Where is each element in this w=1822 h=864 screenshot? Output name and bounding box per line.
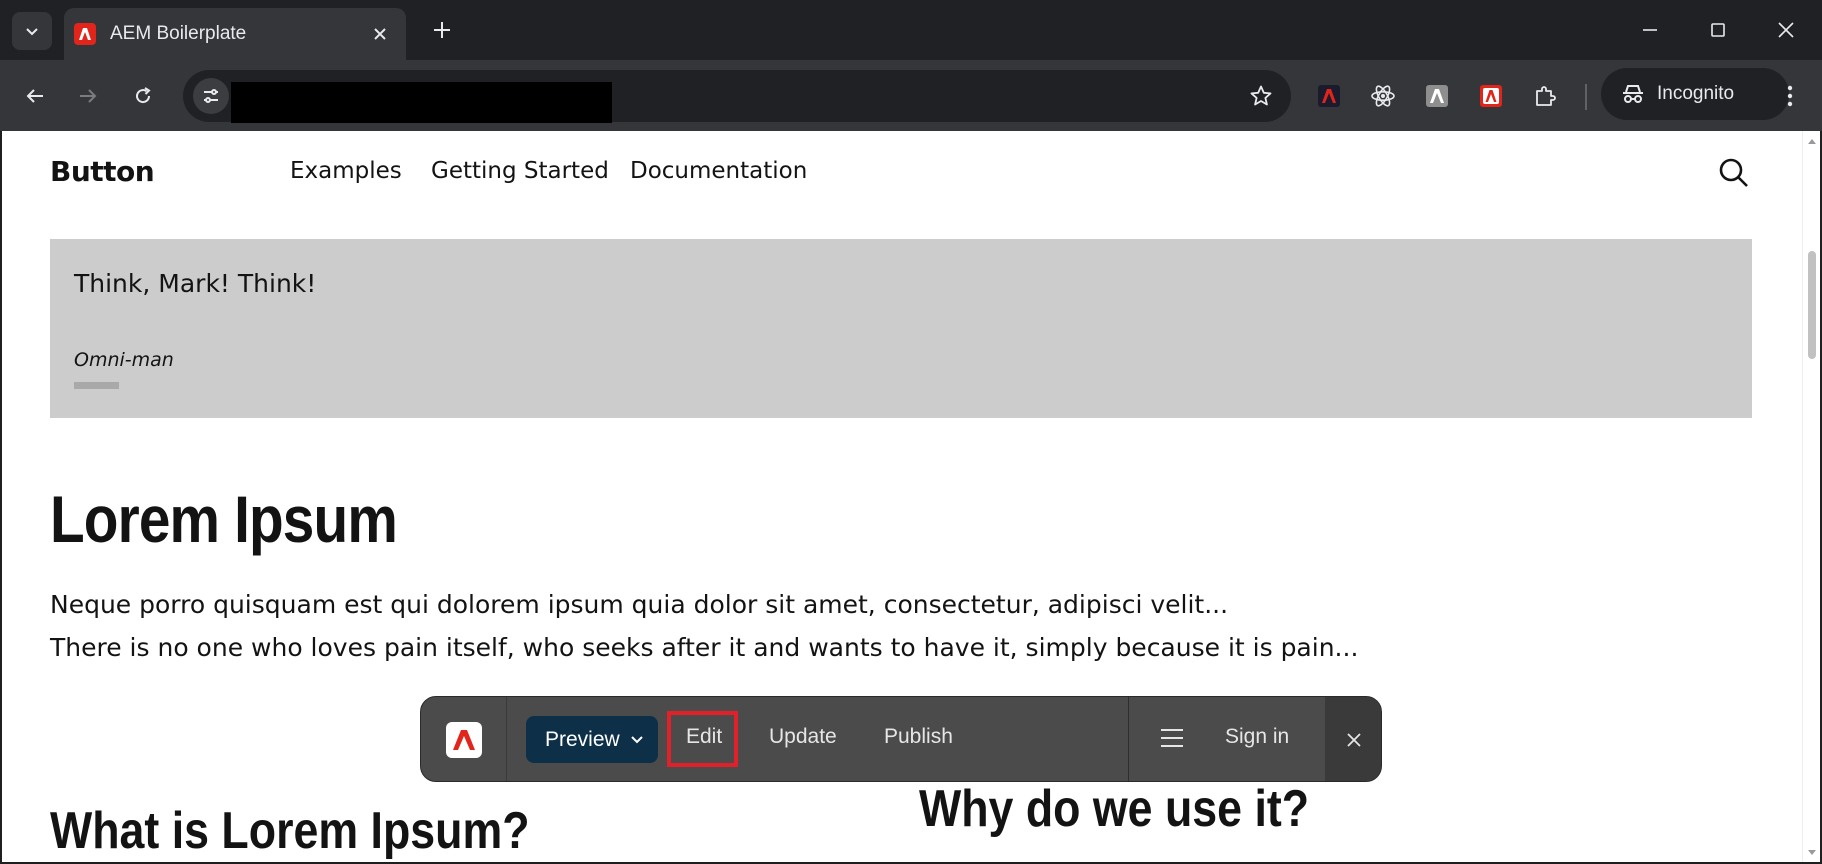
new-tab-button[interactable] (426, 14, 458, 46)
arrow-left-icon (26, 89, 43, 103)
tab-close-button[interactable] (368, 22, 392, 46)
quote-block: Think, Mark! Think! Omni-man (50, 239, 1752, 418)
reload-icon (136, 87, 151, 104)
sign-in-button[interactable]: Sign in (1225, 725, 1289, 749)
address-bar[interactable] (183, 70, 1291, 123)
scroll-down-arrow-icon[interactable] (1807, 847, 1817, 857)
sidekick-menu-button[interactable] (1159, 725, 1185, 751)
sidekick-logo-button[interactable] (421, 697, 507, 781)
chevron-down-icon (630, 735, 643, 743)
tab-search-dropdown-button[interactable] (12, 12, 52, 50)
chevron-down-icon (26, 28, 38, 36)
browser-tab-bar: AEM Boilerplate (0, 0, 1822, 60)
quote-author: Omni-man (74, 349, 174, 371)
browser-menu-button[interactable] (1777, 78, 1803, 114)
minimize-window-button[interactable] (1614, 0, 1686, 60)
extension-adobe-sidekick-icon[interactable] (1477, 82, 1505, 110)
maximize-icon (1711, 23, 1725, 37)
extension-react-icon[interactable] (1369, 82, 1397, 110)
edit-button-highlight (667, 711, 738, 767)
close-icon (374, 28, 386, 40)
site-brand-link[interactable]: Button (50, 155, 155, 188)
url-text-redacted (231, 82, 612, 123)
sidekick-divider (1128, 697, 1129, 781)
incognito-icon (1623, 85, 1643, 103)
intro-paragraph-1: Neque porro quisquam est qui dolorem ips… (50, 590, 1229, 619)
bookmark-star-button[interactable] (1249, 84, 1273, 113)
environment-preview-dropdown[interactable]: Preview (526, 716, 658, 763)
nav-link-examples[interactable]: Examples (290, 158, 402, 184)
star-icon (1250, 85, 1272, 106)
more-vertical-icon (1787, 85, 1793, 107)
quote-text: Think, Mark! Think! (74, 269, 317, 298)
nav-link-getting-started[interactable]: Getting Started (431, 158, 609, 184)
tab-title: AEM Boilerplate (110, 23, 247, 44)
back-button[interactable] (17, 78, 53, 114)
close-icon (1347, 733, 1361, 747)
extension-adobe-grey-icon[interactable] (1423, 82, 1451, 110)
hamburger-menu-icon (1161, 729, 1183, 747)
tab-aem-boilerplate[interactable]: AEM Boilerplate (64, 8, 406, 60)
section-heading-why-use: Why do we use it? (919, 780, 1310, 838)
quote-accent-bar (74, 382, 119, 389)
page-heading: Lorem Ipsum (50, 482, 398, 556)
forward-button[interactable] (70, 78, 106, 114)
page-scrollbar[interactable] (1802, 131, 1820, 862)
update-button[interactable]: Update (769, 725, 837, 749)
search-icon (1719, 158, 1748, 187)
nav-link-documentation[interactable]: Documentation (630, 158, 807, 184)
adobe-favicon-icon (74, 23, 96, 45)
intro-paragraph-2: There is no one who loves pain itself, w… (50, 633, 1359, 662)
close-window-button[interactable] (1750, 0, 1822, 60)
incognito-profile-button[interactable]: Incognito (1601, 68, 1789, 120)
site-header: Button Examples Getting Started Document… (2, 131, 1802, 209)
plus-icon (434, 22, 450, 38)
environment-label: Preview (545, 727, 620, 751)
close-icon (1778, 22, 1794, 38)
publish-button[interactable]: Publish (884, 725, 953, 749)
aem-sidekick-toolbar: Preview Edit Update Publish Sign in (420, 696, 1382, 782)
incognito-label: Incognito (1657, 83, 1735, 104)
browser-toolbar: Incognito (0, 60, 1822, 131)
reload-button[interactable] (125, 78, 161, 114)
puzzle-icon (1536, 86, 1556, 106)
extensions-puzzle-button[interactable] (1531, 82, 1559, 110)
section-heading-what-is: What is Lorem Ipsum? (50, 802, 530, 860)
extension-adobe-dark-icon[interactable] (1315, 82, 1343, 110)
minimize-icon (1643, 29, 1657, 31)
scroll-up-arrow-icon[interactable] (1807, 137, 1817, 147)
site-info-button[interactable] (193, 78, 229, 114)
site-search-button[interactable] (1718, 157, 1750, 189)
sidekick-close-button[interactable] (1325, 697, 1381, 781)
tune-icon (204, 89, 218, 103)
maximize-window-button[interactable] (1682, 0, 1754, 60)
scrollbar-thumb[interactable] (1808, 251, 1816, 359)
toolbar-separator (1585, 84, 1587, 110)
arrow-right-icon (80, 89, 97, 103)
adobe-logo-icon (445, 722, 482, 758)
